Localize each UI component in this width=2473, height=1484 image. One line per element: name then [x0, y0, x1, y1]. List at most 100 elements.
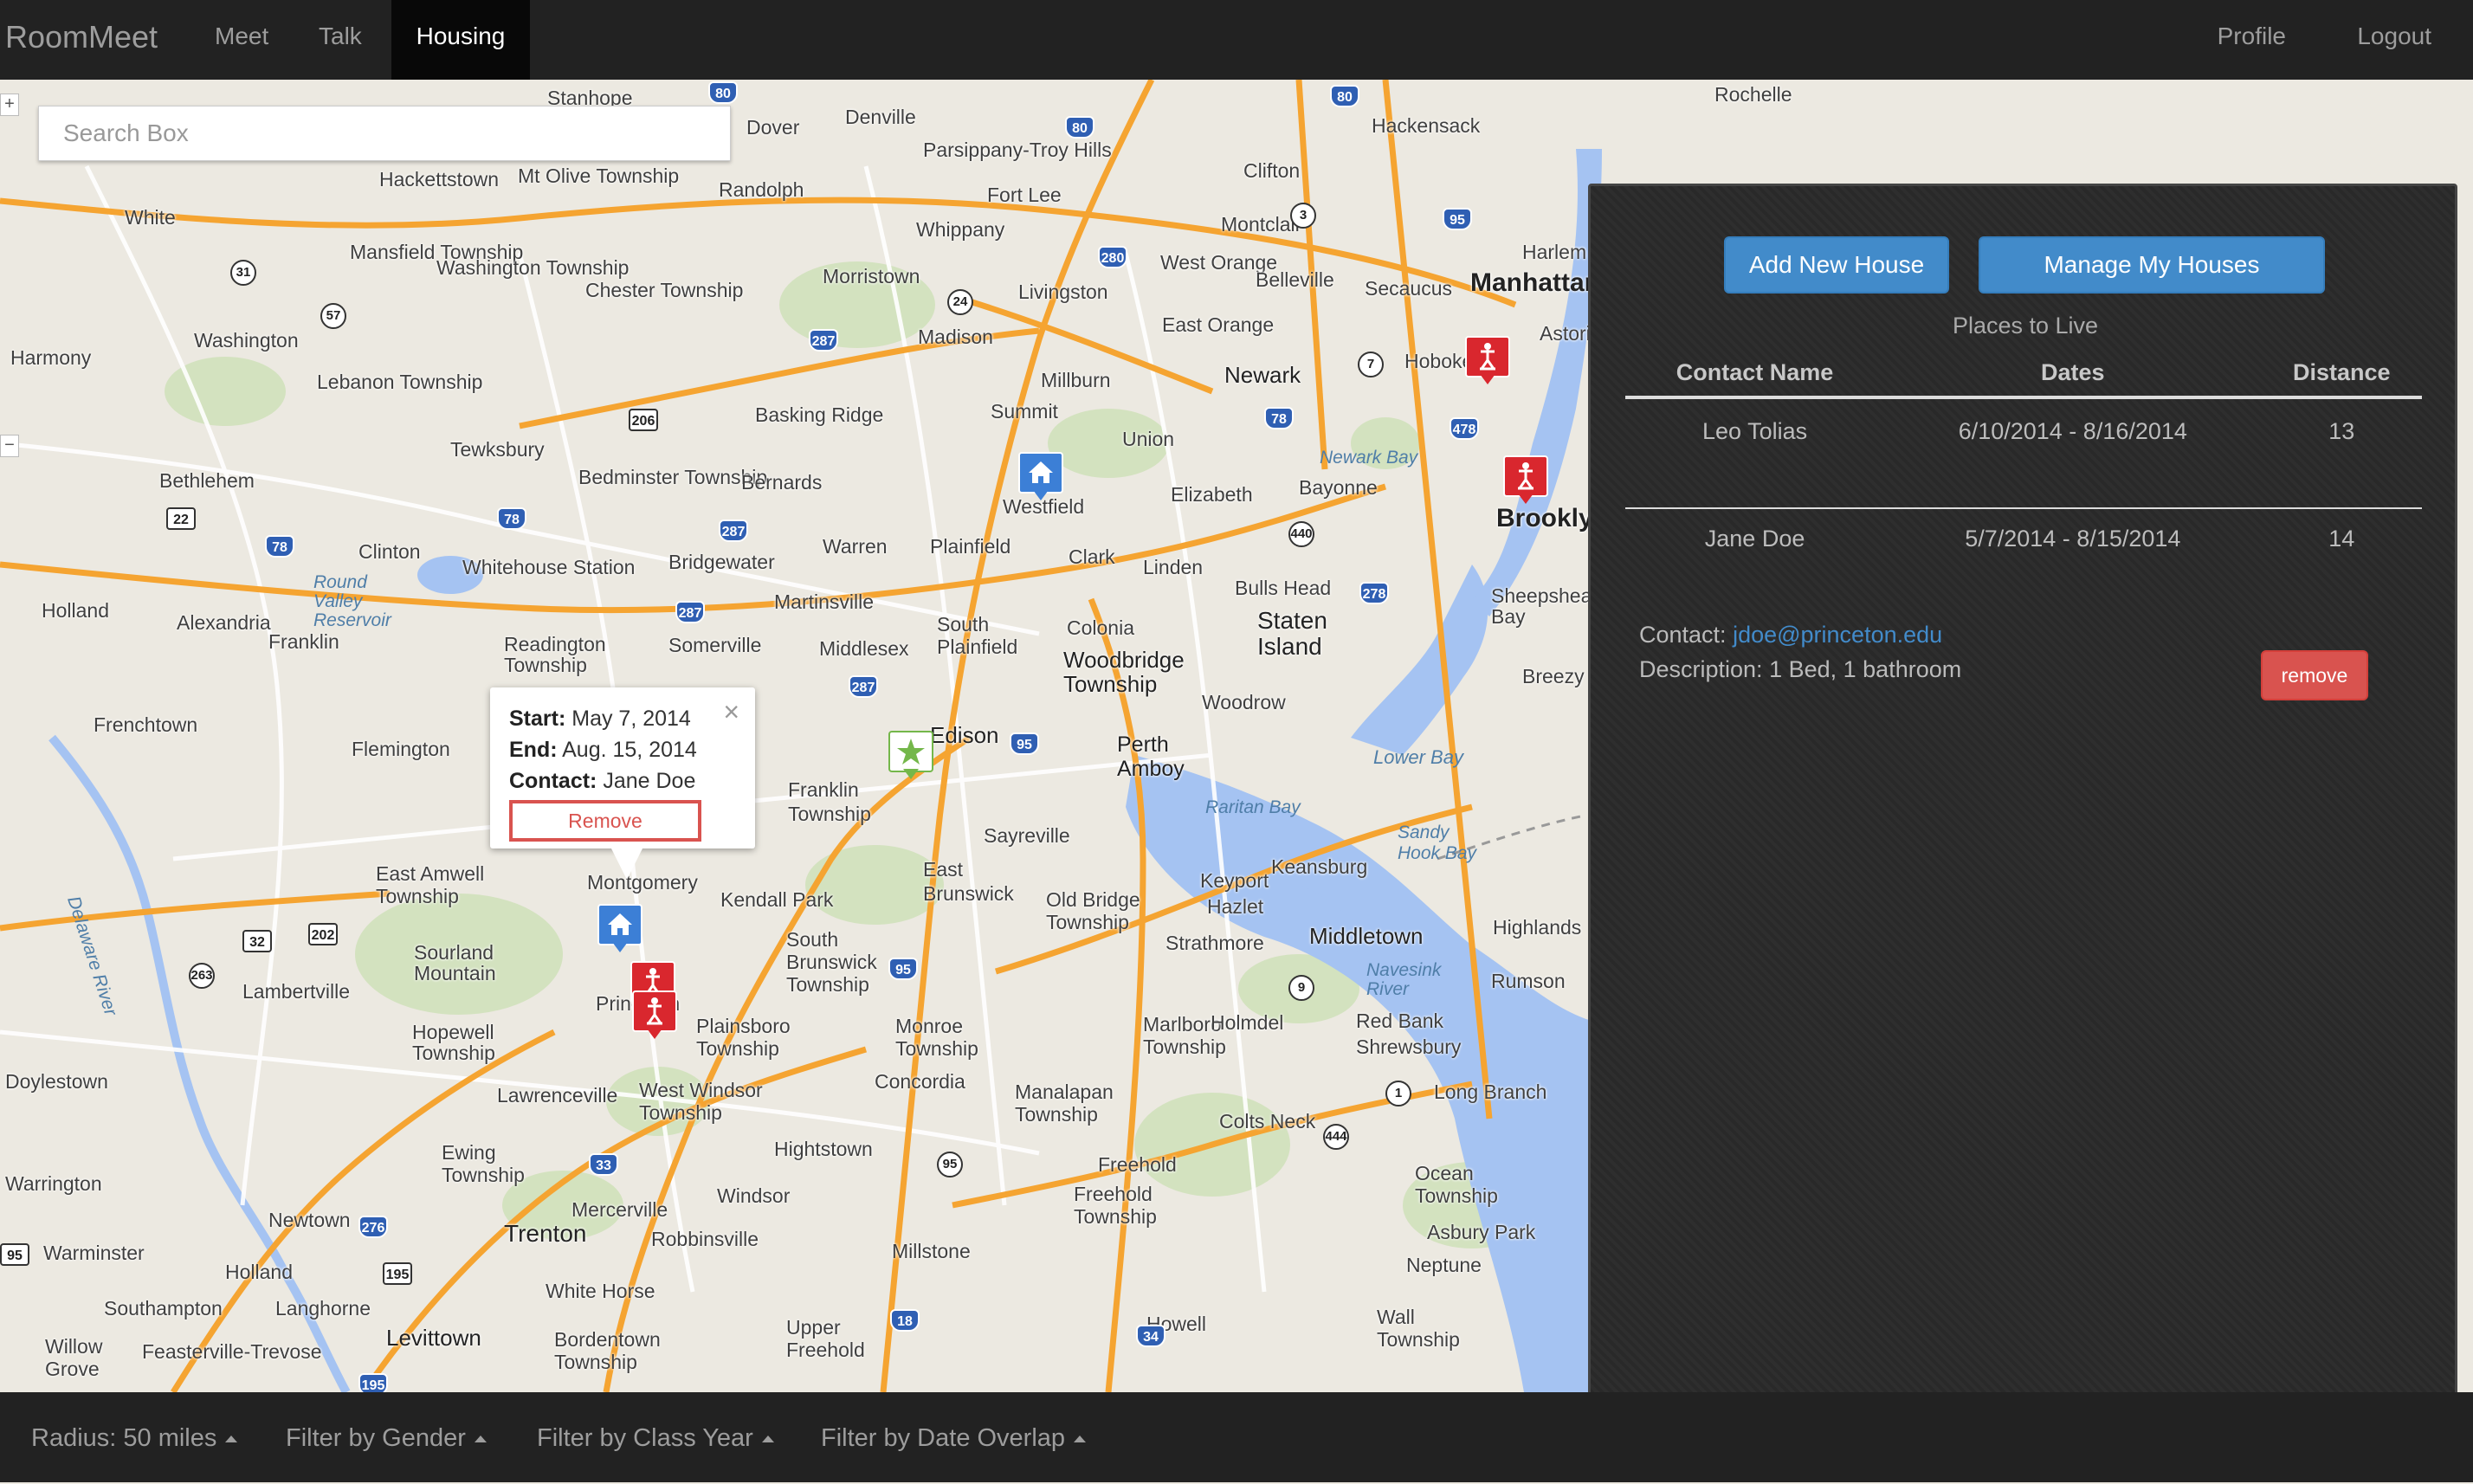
route-shield: 1	[1385, 1081, 1411, 1107]
place-label: Asbury Park	[1427, 1221, 1536, 1243]
info-window-pointer	[611, 848, 642, 880]
detail-contact-label: Contact:	[1639, 622, 1727, 648]
place-label: Woodbridge Township	[1063, 647, 1185, 697]
place-label: Alexandria	[177, 611, 271, 634]
map-canvas[interactable]: Stanhope Dover Denville Parsippany-Troy …	[0, 80, 2473, 1392]
place-label: East Orange	[1162, 313, 1275, 336]
person-marker[interactable]	[632, 990, 677, 1039]
place-label: Trenton	[504, 1220, 587, 1247]
place-label: Plainsboro Township	[696, 1015, 791, 1060]
radius-dropdown[interactable]: Radius: 50 miles	[31, 1392, 238, 1482]
place-label: Red Bank	[1356, 1010, 1444, 1032]
star-marker[interactable]	[888, 731, 933, 779]
place-label: Franklin Township	[788, 778, 871, 825]
place-label: East Brunswick	[923, 858, 1014, 905]
place-label: East Amwell Township	[376, 862, 485, 907]
place-label: Long Branch	[1434, 1081, 1547, 1103]
place-label: Lawrenceville	[497, 1084, 618, 1107]
nav-meet[interactable]: Meet	[190, 0, 293, 80]
nav-profile[interactable]: Profile	[2193, 0, 2310, 80]
column-header-contact[interactable]: Contact Name	[1625, 349, 1885, 399]
nav-housing[interactable]: Housing	[391, 0, 530, 80]
route-shield: 57	[320, 303, 346, 329]
place-label: Basking Ridge	[755, 403, 884, 426]
radius-label: Radius: 50 miles	[31, 1424, 217, 1452]
close-icon[interactable]: ×	[723, 696, 739, 727]
manage-my-houses-button[interactable]: Manage My Houses	[1979, 236, 2325, 294]
house-detail: Contact: jdoe@princeton.edu Description:…	[1639, 617, 1961, 687]
places-table: Contact Name Dates Distance Leo Tolias 6…	[1625, 349, 2422, 569]
place-label: Millburn	[1041, 369, 1111, 391]
house-marker-icon	[608, 913, 632, 935]
place-label: Somerville	[668, 634, 762, 656]
column-header-distance[interactable]: Distance	[2261, 349, 2422, 399]
zoom-out-button[interactable]: −	[0, 435, 19, 457]
route-shield: 195	[383, 1262, 412, 1285]
class-year-filter-label: Filter by Class Year	[537, 1424, 753, 1452]
place-label: Breezy	[1522, 665, 1585, 687]
date-overlap-filter-dropdown[interactable]: Filter by Date Overlap	[821, 1392, 1087, 1482]
place-label: Robbinsville	[651, 1228, 759, 1250]
house-marker[interactable]	[1018, 452, 1063, 500]
place-label: Fort Lee	[987, 184, 1062, 206]
place-label: Doylestown	[5, 1070, 108, 1093]
place-label: Tewksbury	[450, 438, 545, 461]
places-panel: Add New House Manage My Houses Places to…	[1588, 184, 2457, 1392]
table-row[interactable]: Leo Tolias 6/10/2014 - 8/16/2014 13	[1625, 397, 2422, 509]
caret-up-icon	[225, 1436, 238, 1443]
gender-filter-dropdown[interactable]: Filter by Gender	[286, 1392, 487, 1482]
class-year-filter-dropdown[interactable]: Filter by Class Year	[537, 1392, 774, 1482]
gender-filter-label: Filter by Gender	[286, 1424, 466, 1452]
route-shield: 80	[1330, 85, 1359, 107]
person-marker[interactable]	[1465, 336, 1510, 384]
route-shield: 287	[809, 329, 838, 352]
route-shield: 95	[1010, 732, 1039, 755]
route-shield: 31	[230, 260, 256, 286]
place-label: Dover	[746, 116, 800, 139]
info-start-value: May 7, 2014	[571, 707, 691, 731]
person-marker-icon	[1480, 343, 1495, 371]
place-label: Warminster	[43, 1242, 145, 1264]
brand-logo[interactable]: RoomMeet	[5, 0, 158, 80]
place-label: White	[125, 206, 176, 229]
route-shield: 22	[166, 507, 196, 530]
search-input[interactable]	[38, 106, 731, 161]
place-label: Bridgewater	[668, 551, 775, 573]
route-shield: 278	[1359, 582, 1389, 604]
place-label: Flemington	[352, 738, 450, 760]
house-marker[interactable]	[597, 904, 642, 952]
place-label: Martinsville	[774, 590, 875, 613]
nav-logout[interactable]: Logout	[2333, 0, 2456, 80]
add-new-house-button[interactable]: Add New House	[1724, 236, 1949, 294]
water-label: Raritan Bay	[1205, 797, 1301, 817]
place-label: Hackensack	[1372, 114, 1481, 137]
route-shield: 95	[937, 1152, 963, 1178]
place-label: Union	[1122, 428, 1175, 450]
place-label: Sheepshead Bay	[1491, 584, 1604, 628]
caret-up-icon	[474, 1436, 487, 1443]
place-label: Bedminster Township	[578, 466, 768, 488]
cell-dates: 6/10/2014 - 8/16/2014	[1884, 397, 2262, 509]
route-shield: 206	[629, 409, 658, 431]
remove-house-button[interactable]: remove	[2261, 650, 2368, 700]
nav-talk[interactable]: Talk	[294, 0, 386, 80]
place-label: Millstone	[892, 1240, 971, 1262]
place-label: Hazlet	[1207, 895, 1264, 918]
place-label: Highlands	[1493, 916, 1582, 939]
contact-email-link[interactable]: jdoe@princeton.edu	[1733, 622, 1942, 648]
place-label: Keansburg	[1271, 855, 1368, 878]
place-label: Livingston	[1018, 281, 1108, 303]
place-label: Upper Freehold	[786, 1316, 865, 1361]
zoom-in-button[interactable]: +	[0, 94, 19, 116]
place-label: Washington Township	[436, 256, 630, 279]
route-shield: 287	[675, 601, 705, 623]
place-label: Harlem	[1522, 241, 1587, 263]
column-header-dates[interactable]: Dates	[1884, 349, 2262, 399]
place-label: Madison	[918, 326, 993, 348]
place-label: Bayonne	[1299, 476, 1378, 499]
person-marker[interactable]	[1503, 455, 1548, 504]
table-row[interactable]: Jane Doe 5/7/2014 - 8/15/2014 14	[1625, 508, 2422, 569]
info-remove-button[interactable]: Remove	[509, 800, 701, 842]
route-shield: 78	[265, 535, 294, 558]
route-shield: 280	[1098, 246, 1127, 268]
